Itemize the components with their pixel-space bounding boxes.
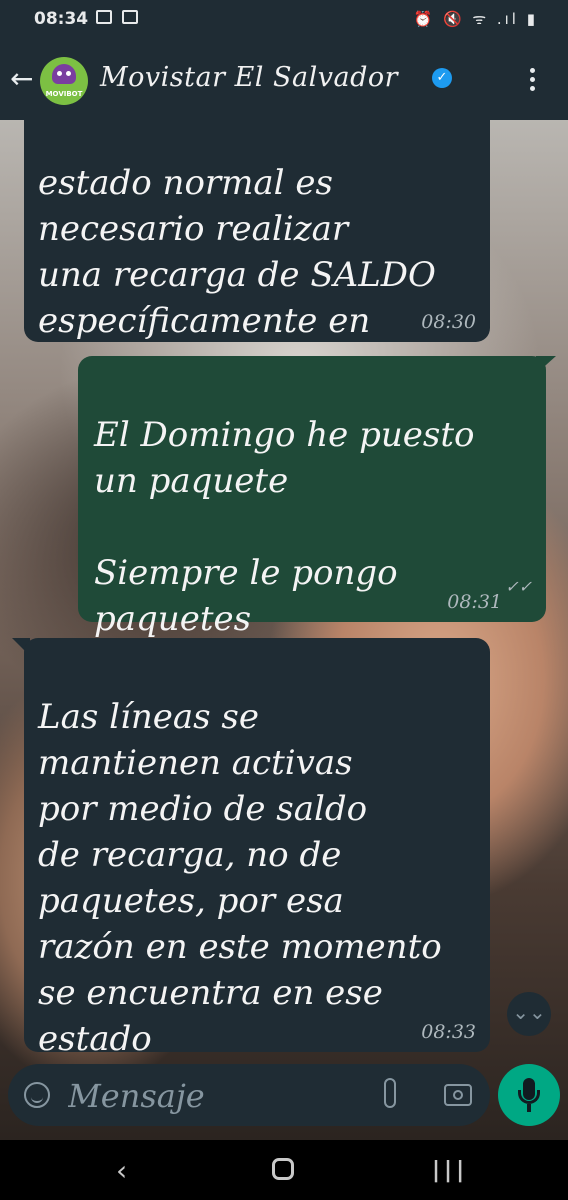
- message-bubble-incoming[interactable]: estado normal es necesario realizar una …: [24, 96, 490, 342]
- nav-home-icon[interactable]: [272, 1158, 294, 1180]
- message-bubble-incoming[interactable]: Las líneas se mantienen activas por medi…: [24, 638, 490, 1059]
- back-arrow-icon[interactable]: ←: [10, 64, 33, 94]
- verified-badge-icon: ✓: [432, 68, 452, 88]
- read-receipt-icon: ✓✓: [505, 577, 532, 596]
- gallery-notification-icon: [96, 10, 112, 24]
- message-time: 08:30: [421, 311, 476, 333]
- status-bar: 08:34 ⏰ 🔇 ᯤ .ıl ▮: [0, 0, 568, 40]
- more-options-icon[interactable]: [530, 68, 536, 95]
- message-bubble-outgoing[interactable]: El Domingo he puesto un paquete Siempre …: [78, 356, 546, 639]
- emoji-icon[interactable]: [24, 1082, 50, 1108]
- status-time: 08:34: [34, 9, 89, 29]
- attach-paperclip-icon[interactable]: [384, 1078, 396, 1108]
- message-text: estado normal es necesario realizar una …: [38, 163, 436, 341]
- microphone-foot: [527, 1104, 531, 1112]
- chat-header: ← MOVIBOT Movistar El Salvador ✓: [0, 40, 568, 120]
- nav-back-icon[interactable]: ‹: [116, 1154, 127, 1187]
- system-nav-bar: ‹ |||: [0, 1140, 568, 1200]
- voice-message-button[interactable]: [498, 1064, 560, 1126]
- microphone-stand: [518, 1090, 540, 1104]
- scroll-to-bottom-button[interactable]: ⌄⌄: [507, 992, 551, 1036]
- contact-avatar[interactable]: MOVIBOT: [40, 57, 88, 105]
- message-time: 08:31: [447, 591, 502, 613]
- message-input[interactable]: [66, 1074, 370, 1118]
- app-notification-icon: [122, 10, 138, 24]
- robot-icon: [52, 64, 76, 84]
- message-time: 08:33: [421, 1021, 476, 1043]
- message-text: Las líneas se mantienen activas por medi…: [38, 697, 442, 1059]
- camera-icon[interactable]: [444, 1084, 472, 1106]
- system-status-icons: ⏰ 🔇 ᯤ .ıl ▮: [413, 10, 538, 28]
- contact-name[interactable]: Movistar El Salvador: [100, 62, 398, 93]
- avatar-label: MOVIBOT: [45, 90, 83, 98]
- message-composer: [8, 1064, 490, 1126]
- nav-recent-apps-icon[interactable]: |||: [432, 1158, 468, 1183]
